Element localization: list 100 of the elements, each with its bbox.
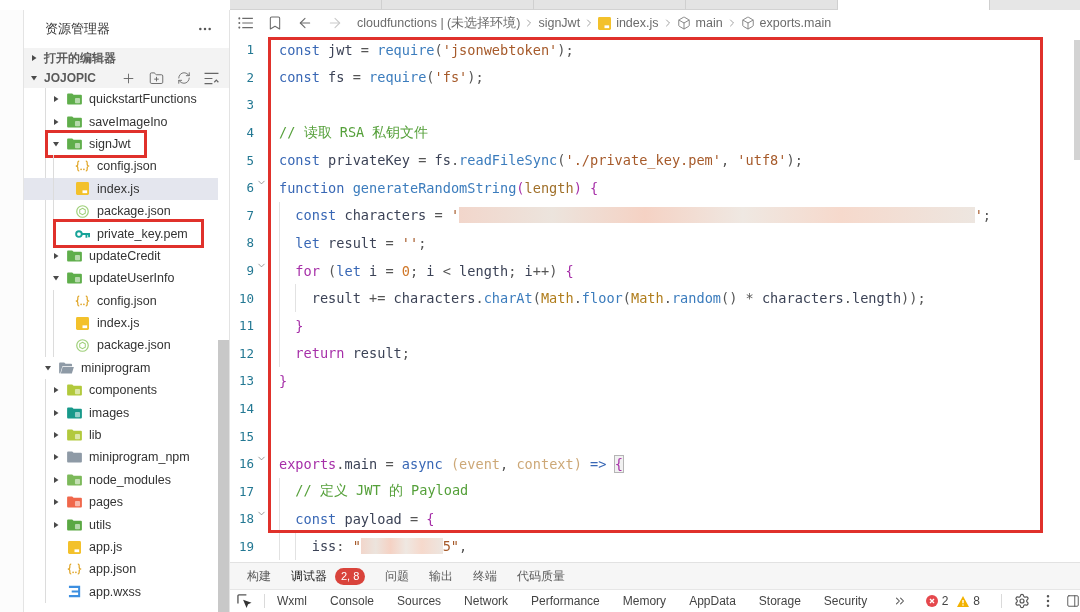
breadcrumb-item[interactable]: index.js <box>598 16 659 30</box>
collapse-all-icon[interactable] <box>204 71 219 85</box>
list-icon <box>237 17 253 29</box>
caret-right-icon[interactable] <box>53 521 59 528</box>
breadcrumb-item[interactable]: cloudfunctions | (未选择环境) <box>357 14 521 32</box>
devtools-tab[interactable]: Security <box>823 594 868 608</box>
json-file-icon <box>67 563 82 576</box>
caret-right-icon[interactable] <box>53 96 59 103</box>
caret-right-icon[interactable] <box>53 476 59 483</box>
tree-item[interactable]: components <box>24 379 218 402</box>
tree-item[interactable]: package.json <box>24 334 218 357</box>
caret-down-icon[interactable] <box>45 364 51 371</box>
panel-tab[interactable]: 输出 <box>429 563 454 589</box>
code-text: function generateRandomString(length) { <box>279 179 599 196</box>
caret-right-icon[interactable] <box>53 252 59 259</box>
panel-icon[interactable] <box>1066 594 1080 608</box>
panel-tab[interactable]: 终端 <box>473 563 498 589</box>
tree-item[interactable]: utils <box>24 513 218 536</box>
tree-item[interactable]: config.json <box>24 289 218 312</box>
line-number: 17 <box>237 483 254 499</box>
caret-down-icon[interactable] <box>53 140 59 147</box>
settings-icon[interactable] <box>1014 593 1030 609</box>
caret-down-icon[interactable] <box>31 75 37 81</box>
devtools-tab[interactable]: Storage <box>758 594 801 608</box>
code-text: let result = ''; <box>295 234 427 251</box>
error-count: 2 <box>941 594 949 608</box>
caret-right-icon[interactable] <box>53 118 59 125</box>
line-number: 4 <box>245 125 254 141</box>
caret-right-icon[interactable] <box>53 499 59 506</box>
panel-tab[interactable]: 调试器 2, 8 <box>291 563 366 589</box>
panel-tab[interactable]: 代码质量 <box>517 563 566 589</box>
tree-item[interactable]: package.json <box>24 199 218 223</box>
new-folder-icon[interactable] <box>149 70 164 86</box>
caret-right-icon[interactable] <box>31 55 37 61</box>
tree-item[interactable]: miniprogram_npm <box>24 446 218 469</box>
scrollbar-thumb[interactable] <box>218 340 229 612</box>
code-text: for (let i = 0; i < length; i++) { <box>295 262 574 279</box>
line-number: 15 <box>237 428 254 444</box>
line-number: 16 <box>237 456 254 472</box>
tree-item[interactable]: pages <box>24 491 218 514</box>
breadcrumb-item[interactable]: main <box>676 16 723 30</box>
cube-icon <box>676 16 691 30</box>
tree-item[interactable]: app.wxss <box>24 580 218 603</box>
tree-item[interactable]: node_modules <box>24 468 218 492</box>
breadcrumb-item[interactable]: exports.main <box>740 16 832 30</box>
section-header[interactable]: JOJOPIC <box>24 68 229 88</box>
code-text: return result; <box>295 345 410 362</box>
breadcrumb-item[interactable]: signJwt <box>538 16 581 30</box>
devtools-tab[interactable]: AppData <box>689 594 736 608</box>
tree-item[interactable]: updateCredit <box>24 244 218 268</box>
line-number: 6 <box>245 180 254 196</box>
json-file-icon <box>75 160 90 173</box>
refresh-icon[interactable] <box>177 71 191 85</box>
devtools-tab[interactable]: Memory <box>622 594 667 608</box>
js-file-icon <box>68 540 81 554</box>
package-file-icon <box>76 339 89 352</box>
code-text: const fs = require('fs'); <box>279 69 484 86</box>
code-text: '; <box>974 207 992 224</box>
line-number: 2 <box>245 69 254 85</box>
caret-right-icon[interactable] <box>53 409 59 416</box>
devtools-tab[interactable]: Wxml <box>277 594 307 608</box>
tree-item[interactable]: updateUserInfo <box>24 267 218 290</box>
scrollbar-thumb[interactable] <box>1074 40 1080 160</box>
sidebar-title: 资源管理器 <box>45 20 110 38</box>
tree-item[interactable]: private_key.pem <box>24 222 218 245</box>
caret-down-icon[interactable] <box>53 275 59 282</box>
plus-icon[interactable] <box>121 70 136 86</box>
count-badge: 2, 8 <box>335 567 366 585</box>
tree-item[interactable]: index.js <box>24 311 218 335</box>
code-text: // 读取 RSA 私钥文件 <box>279 123 429 142</box>
tree-item[interactable]: images <box>24 401 218 424</box>
tree-item[interactable]: signJwt <box>24 132 218 156</box>
tree-item[interactable]: miniprogram <box>24 356 218 380</box>
caret-right-icon[interactable] <box>53 387 59 394</box>
caret-right-icon[interactable] <box>53 454 59 461</box>
devtools-tab[interactable]: Performance <box>531 594 600 608</box>
line-number: 5 <box>245 152 254 168</box>
panel-tab[interactable]: 问题 <box>385 563 410 589</box>
tree-item[interactable]: quickstartFunctions <box>24 88 218 111</box>
js-file-icon <box>76 182 89 196</box>
line-number: 1 <box>245 42 254 58</box>
tree-item[interactable]: app.js <box>24 535 218 559</box>
section-header[interactable]: 打开的编辑器 <box>24 48 229 68</box>
tree-item[interactable]: saveImageIno <box>24 110 218 133</box>
warning-count: 8 <box>973 594 980 608</box>
panel-tab[interactable]: 构建 <box>247 563 271 589</box>
devtools-tab[interactable]: Console <box>330 594 375 608</box>
cube-icon <box>740 16 755 30</box>
caret-right-icon[interactable] <box>53 432 59 439</box>
code-text: const privateKey = fs.readFileSync('./private_key.pem', 'utf8'); <box>279 152 803 169</box>
line-number: 13 <box>237 373 254 389</box>
error-icon[interactable] <box>925 595 938 607</box>
tree-item[interactable]: lib <box>24 423 218 447</box>
tree-item[interactable]: config.json <box>24 155 218 178</box>
devtools-tab[interactable]: Sources <box>397 594 442 608</box>
tree-item[interactable]: index.js <box>24 177 218 200</box>
tree-item[interactable]: app.json <box>24 558 218 581</box>
devtools-tab[interactable]: Network <box>464 594 509 608</box>
code-text: const characters = ' <box>295 207 460 224</box>
inspect-icon[interactable] <box>237 593 252 609</box>
